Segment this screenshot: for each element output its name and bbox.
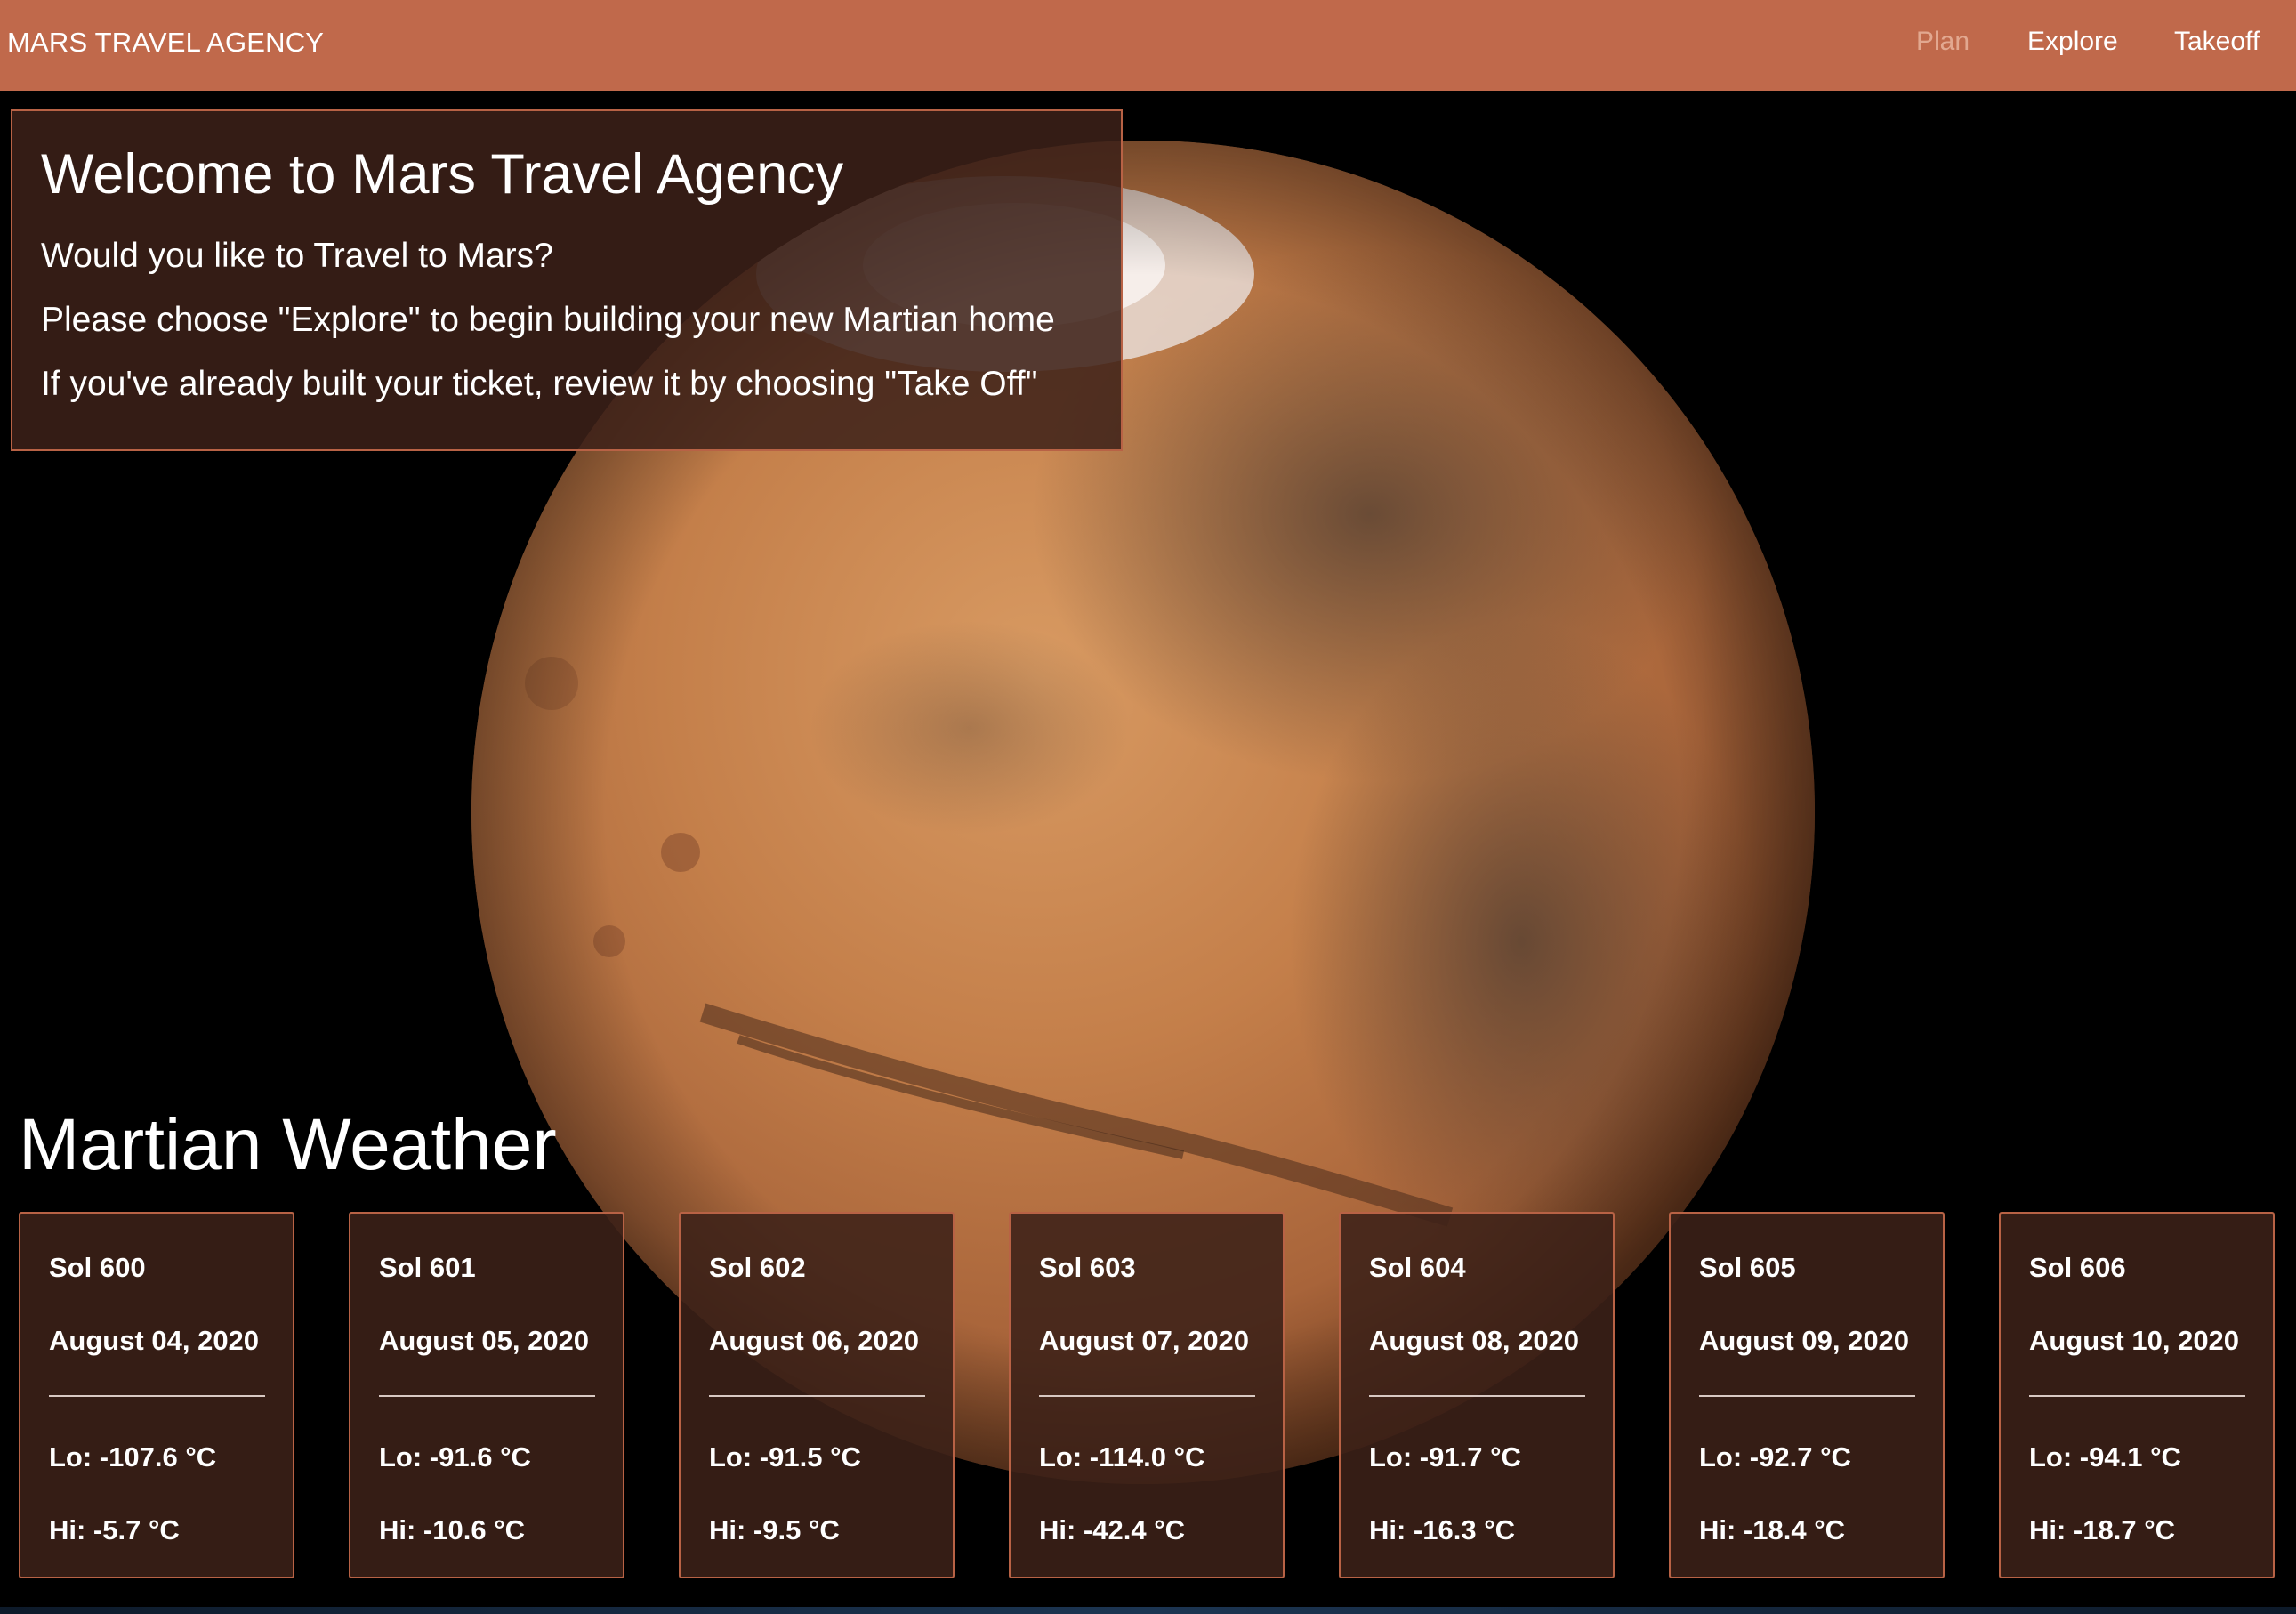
weather-title: Martian Weather	[19, 1104, 557, 1185]
date-label: August 09, 2020	[1699, 1325, 1910, 1356]
date-label: August 10, 2020	[2029, 1325, 2240, 1356]
sol-label: Sol 606	[2029, 1252, 2126, 1283]
low-temp: Lo: -91.7 °C	[1369, 1441, 1521, 1473]
weather-card: Sol 603 August 07, 2020 Lo: -114.0 °C Hi…	[1009, 1212, 1285, 1578]
date-label: August 04, 2020	[49, 1325, 260, 1356]
welcome-line-3: If you've already built your ticket, rev…	[41, 365, 1038, 403]
date-label: August 07, 2020	[1039, 1325, 1250, 1356]
nav-explore[interactable]: Explore	[2027, 27, 2118, 57]
sol-label: Sol 601	[379, 1252, 476, 1283]
divider	[1039, 1395, 1255, 1397]
high-temp: Hi: -18.7 °C	[2029, 1514, 2175, 1545]
page-bottom-edge	[0, 1607, 2296, 1614]
high-temp: Hi: -10.6 °C	[379, 1514, 525, 1545]
high-temp: Hi: -9.5 °C	[709, 1514, 840, 1545]
low-temp: Lo: -94.1 °C	[2029, 1441, 2181, 1473]
high-temp: Hi: -18.4 °C	[1699, 1514, 1845, 1545]
divider	[379, 1395, 595, 1397]
weather-card: Sol 602 August 06, 2020 Lo: -91.5 °C Hi:…	[679, 1212, 955, 1578]
nav-plan[interactable]: Plan	[1916, 27, 1970, 57]
weather-card: Sol 600 August 04, 2020 Lo: -107.6 °C Hi…	[19, 1212, 294, 1578]
page: MARS TRAVEL AGENCY Plan Explore Takeoff …	[0, 0, 2296, 1614]
sol-label: Sol 602	[709, 1252, 806, 1283]
welcome-line-1: Would you like to Travel to Mars?	[41, 237, 553, 275]
welcome-panel: Welcome to Mars Travel Agency Would you …	[11, 109, 1123, 451]
divider	[2029, 1395, 2245, 1397]
nav-takeoff[interactable]: Takeoff	[2174, 27, 2260, 57]
high-temp: Hi: -5.7 °C	[49, 1514, 180, 1545]
high-temp: Hi: -42.4 °C	[1039, 1514, 1185, 1545]
low-temp: Lo: -114.0 °C	[1039, 1441, 1205, 1473]
sol-label: Sol 603	[1039, 1252, 1136, 1283]
weather-card: Sol 604 August 08, 2020 Lo: -91.7 °C Hi:…	[1339, 1212, 1615, 1578]
divider	[49, 1395, 265, 1397]
low-temp: Lo: -91.6 °C	[379, 1441, 531, 1473]
low-temp: Lo: -92.7 °C	[1699, 1441, 1851, 1473]
weather-card: Sol 601 August 05, 2020 Lo: -91.6 °C Hi:…	[349, 1212, 624, 1578]
high-temp: Hi: -16.3 °C	[1369, 1514, 1515, 1545]
date-label: August 08, 2020	[1369, 1325, 1580, 1356]
divider	[1699, 1395, 1915, 1397]
weather-card: Sol 605 August 09, 2020 Lo: -92.7 °C Hi:…	[1669, 1212, 1945, 1578]
brand-link[interactable]: MARS TRAVEL AGENCY	[7, 27, 324, 59]
low-temp: Lo: -91.5 °C	[709, 1441, 861, 1473]
divider	[709, 1395, 925, 1397]
weather-card: Sol 606 August 10, 2020 Lo: -94.1 °C Hi:…	[1999, 1212, 2275, 1578]
sol-label: Sol 604	[1369, 1252, 1466, 1283]
date-label: August 06, 2020	[709, 1325, 920, 1356]
navbar: MARS TRAVEL AGENCY Plan Explore Takeoff	[0, 0, 2296, 91]
sol-label: Sol 600	[49, 1252, 146, 1283]
sol-label: Sol 605	[1699, 1252, 1796, 1283]
date-label: August 05, 2020	[379, 1325, 590, 1356]
welcome-title: Welcome to Mars Travel Agency	[41, 143, 844, 206]
welcome-line-2: Please choose "Explore" to begin buildin…	[41, 301, 1055, 339]
divider	[1369, 1395, 1585, 1397]
low-temp: Lo: -107.6 °C	[49, 1441, 217, 1473]
